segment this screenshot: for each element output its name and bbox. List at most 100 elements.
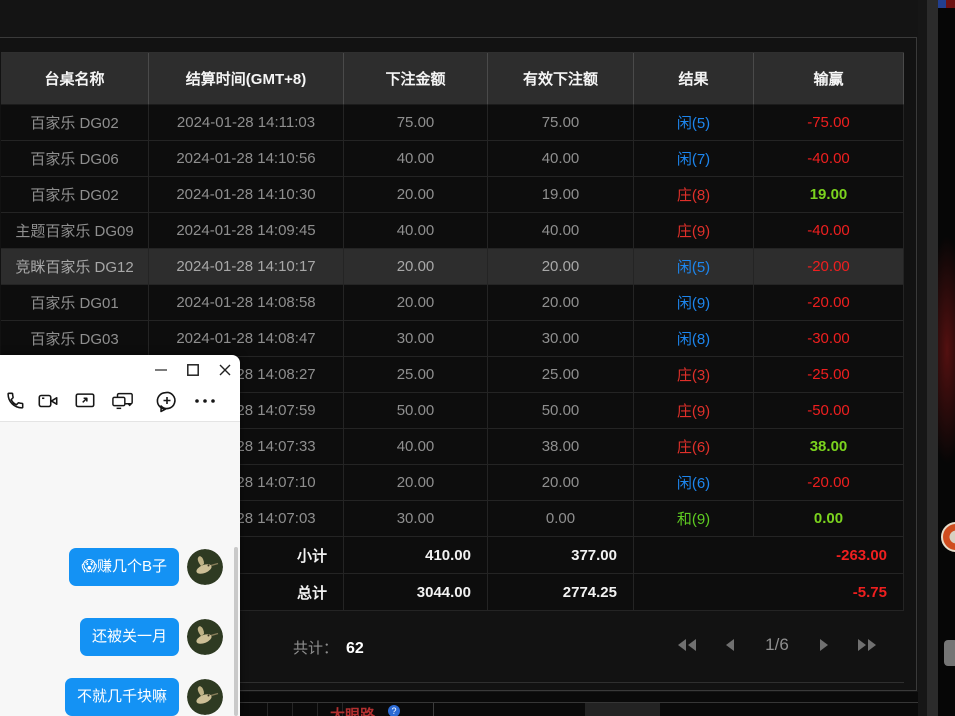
winloss-cell: 38.00 xyxy=(754,429,904,465)
minimize-button[interactable] xyxy=(154,355,168,384)
chat-message: 还被关一月 xyxy=(80,618,223,656)
last-page-button[interactable] xyxy=(855,637,879,653)
chat-titlebar xyxy=(0,355,240,384)
voice-call-icon[interactable] xyxy=(2,388,28,414)
bet-amount-cell: 20.00 xyxy=(344,249,488,285)
valid-bet-cell: 19.00 xyxy=(488,177,634,213)
chat-plus-icon[interactable] xyxy=(154,388,180,414)
remote-desktop-icon[interactable] xyxy=(110,388,136,414)
bet-amount-cell: 40.00 xyxy=(344,213,488,249)
first-page-button[interactable] xyxy=(675,637,699,653)
winloss-cell: -50.00 xyxy=(754,393,904,429)
bet-amount-cell: 30.00 xyxy=(344,321,488,357)
prev-page-button[interactable] xyxy=(723,637,736,653)
screen: 台桌名称结算时间(GMT+8)下注金额有效下注额结果输赢 百家乐 DG02 20… xyxy=(0,0,955,716)
casino-chip-icon xyxy=(941,522,955,552)
result-cell: 闲(6) xyxy=(634,465,754,501)
valid-bet-cell: 50.00 xyxy=(488,393,634,429)
roadmap-grid xyxy=(243,703,343,716)
table-row[interactable]: 主题百家乐 DG09 2024-01-28 14:09:45 40.00 40.… xyxy=(1,213,904,249)
result-cell: 庄(8) xyxy=(634,177,754,213)
winloss-cell: -40.00 xyxy=(754,141,904,177)
screen-share-icon[interactable] xyxy=(72,388,98,414)
bet-amount-cell: 40.00 xyxy=(344,429,488,465)
table-row[interactable]: 百家乐 DG02 2024-01-28 14:11:03 75.00 75.00… xyxy=(1,105,904,141)
table-row[interactable]: 百家乐 DG02 2024-01-28 14:10:30 20.00 19.00… xyxy=(1,177,904,213)
panel-right-gap xyxy=(918,0,927,716)
settle-time-cell: 2024-01-28 14:09:45 xyxy=(149,213,344,249)
page-scrollbar[interactable] xyxy=(927,0,938,716)
table-name-cell: 百家乐 DG03 xyxy=(1,321,149,357)
table-name-cell: 主题百家乐 DG09 xyxy=(1,213,149,249)
background-video-strip xyxy=(938,0,955,716)
valid-bet-cell: 0.00 xyxy=(488,501,634,537)
winloss-cell: 0.00 xyxy=(754,501,904,537)
bet-amount-cell: 30.00 xyxy=(344,501,488,537)
valid-bet-cell: 40.00 xyxy=(488,141,634,177)
result-cell: 闲(5) xyxy=(634,105,754,141)
roadmap-label: 大眼路 xyxy=(330,704,375,716)
table-row[interactable]: 百家乐 DG03 2024-01-28 14:08:47 30.00 30.00… xyxy=(1,321,904,357)
table-name-cell: 竞眯百家乐 DG12 xyxy=(1,249,149,285)
table-name-cell: 百家乐 DG02 xyxy=(1,105,149,141)
winloss-cell: -20.00 xyxy=(754,285,904,321)
total-winloss: -5.75 xyxy=(634,574,904,611)
table-row[interactable]: 竞眯百家乐 DG12 2024-01-28 14:10:17 20.00 20.… xyxy=(1,249,904,285)
column-header: 结算时间(GMT+8) xyxy=(149,53,344,105)
valid-bet-cell: 40.00 xyxy=(488,213,634,249)
roadmap-divider xyxy=(433,703,434,716)
next-page-button[interactable] xyxy=(818,637,831,653)
subtotal-winloss: -263.00 xyxy=(634,537,904,574)
valid-bet-cell: 30.00 xyxy=(488,321,634,357)
chat-bubble: 不就几千块嘛 xyxy=(65,678,179,716)
result-cell: 闲(9) xyxy=(634,285,754,321)
table-header: 台桌名称结算时间(GMT+8)下注金额有效下注额结果输赢 xyxy=(1,53,904,105)
subtotal-valid: 377.00 xyxy=(488,537,634,574)
valid-bet-cell: 20.00 xyxy=(488,285,634,321)
settle-time-cell: 2024-01-28 14:11:03 xyxy=(149,105,344,141)
table-name-cell: 百家乐 DG06 xyxy=(1,141,149,177)
chat-message-area: 😱赚几个B子 还被关一月 不就几千块嘛 xyxy=(0,422,240,716)
settle-time-cell: 2024-01-28 14:10:30 xyxy=(149,177,344,213)
settle-time-cell: 2024-01-28 14:10:17 xyxy=(149,249,344,285)
winloss-cell: 19.00 xyxy=(754,177,904,213)
table-row[interactable]: 百家乐 DG06 2024-01-28 14:10:56 40.00 40.00… xyxy=(1,141,904,177)
result-cell: 闲(8) xyxy=(634,321,754,357)
chat-window: 😱赚几个B子 还被关一月 不就几千块嘛 xyxy=(0,355,240,716)
bet-amount-cell: 20.00 xyxy=(344,177,488,213)
column-header: 台桌名称 xyxy=(1,53,149,105)
settle-time-cell: 2024-01-28 14:10:56 xyxy=(149,141,344,177)
result-cell: 庄(9) xyxy=(634,393,754,429)
total-bet: 3044.00 xyxy=(344,574,488,611)
winloss-cell: -20.00 xyxy=(754,249,904,285)
chat-bubble: 还被关一月 xyxy=(80,618,179,656)
total-count-label: 共计： xyxy=(293,640,338,657)
column-header: 输赢 xyxy=(754,53,904,105)
maximize-button[interactable] xyxy=(186,355,200,384)
close-icon[interactable] xyxy=(218,355,232,384)
chat-toolbar xyxy=(0,384,240,420)
more-options-icon[interactable] xyxy=(192,388,218,414)
bet-amount-cell: 75.00 xyxy=(344,105,488,141)
bet-amount-cell: 20.00 xyxy=(344,465,488,501)
background-decoration xyxy=(938,235,955,465)
background-decoration xyxy=(946,0,955,8)
total-count: 共计： 62 xyxy=(293,637,364,658)
table-row[interactable]: 百家乐 DG01 2024-01-28 14:08:58 20.00 20.00… xyxy=(1,285,904,321)
total-count-value: 62 xyxy=(346,640,364,657)
winloss-cell: -75.00 xyxy=(754,105,904,141)
result-cell: 闲(5) xyxy=(634,249,754,285)
winloss-cell: -20.00 xyxy=(754,465,904,501)
video-call-icon[interactable] xyxy=(35,388,61,414)
background-decoration xyxy=(938,0,946,8)
column-header: 结果 xyxy=(634,53,754,105)
page-indicator: 1/6 xyxy=(760,635,794,655)
background-decoration xyxy=(944,640,955,666)
winloss-cell: -40.00 xyxy=(754,213,904,249)
avatar xyxy=(187,619,223,655)
column-header: 下注金额 xyxy=(344,53,488,105)
chat-scrollbar[interactable] xyxy=(234,547,238,716)
settle-time-cell: 2024-01-28 14:08:47 xyxy=(149,321,344,357)
settle-time-cell: 2024-01-28 14:08:58 xyxy=(149,285,344,321)
result-cell: 和(9) xyxy=(634,501,754,537)
